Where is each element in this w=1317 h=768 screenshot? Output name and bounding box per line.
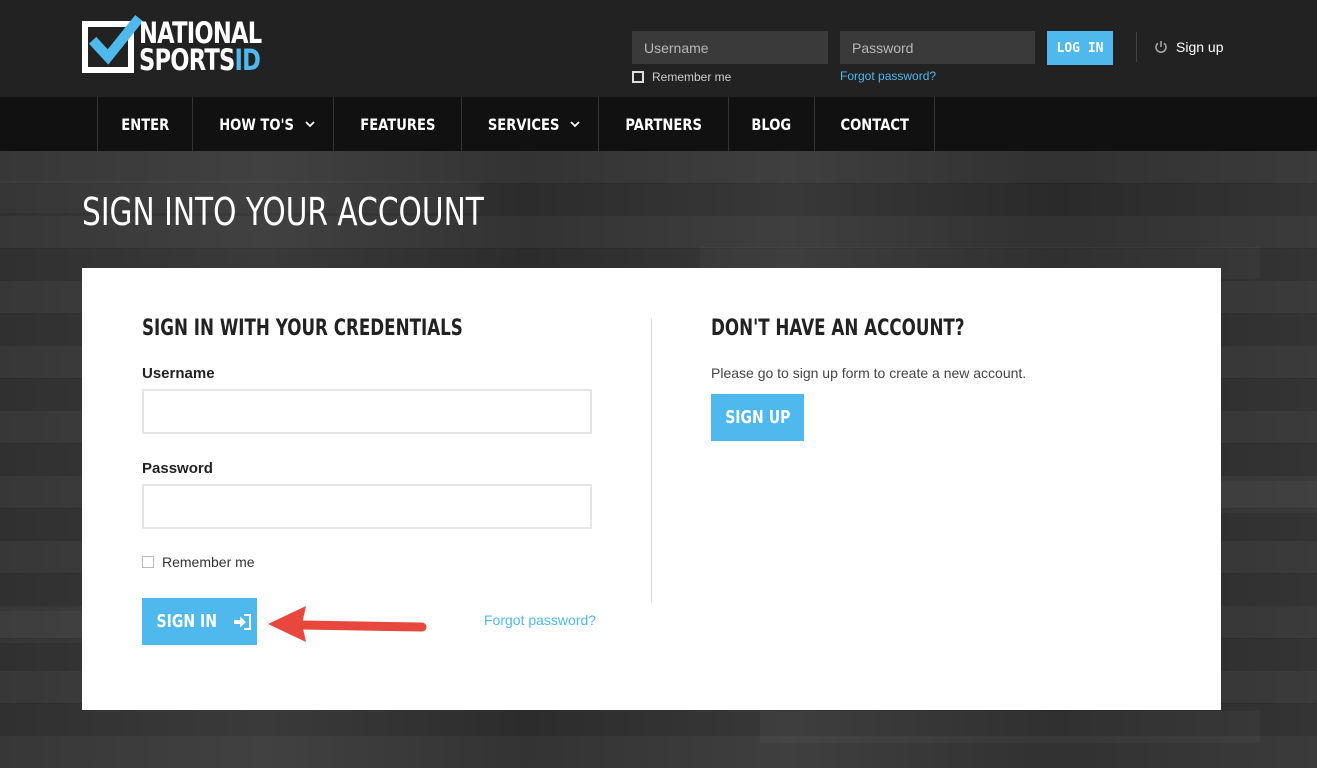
nav-item-partners[interactable]: PARTNERS <box>597 97 728 151</box>
nav-item-enter[interactable]: ENTER <box>97 97 192 151</box>
remember-me-checkbox[interactable] <box>142 556 154 568</box>
remember-me-label: Remember me <box>162 554 255 570</box>
log-in-button[interactable]: LOG IN <box>1047 31 1113 65</box>
username-label: Username <box>142 365 215 382</box>
header-username-input[interactable] <box>632 31 828 64</box>
password-label: Password <box>142 460 213 477</box>
chevron-down-icon <box>305 120 315 127</box>
site-header: NATIONAL SPORTSID Remember me Forgot pas… <box>0 0 1317 97</box>
header-forgot-password-link[interactable]: Forgot password? <box>840 69 936 83</box>
header-remember-me[interactable]: Remember me <box>632 69 731 85</box>
forgot-password-link[interactable]: Forgot password? <box>484 612 596 628</box>
remember-me[interactable]: Remember me <box>142 554 255 570</box>
sign-in-heading: SIGN IN WITH YOUR CREDENTIALS <box>142 316 463 341</box>
header-sign-up-label: Sign up <box>1176 39 1224 55</box>
header-sign-up-link[interactable]: Sign up <box>1154 39 1223 55</box>
nav-item-features[interactable]: FEATURES <box>332 97 462 151</box>
nav-item-blog[interactable]: BLOG <box>727 97 814 151</box>
sign-up-heading: DON'T HAVE AN ACCOUNT? <box>711 316 965 341</box>
sign-up-description: Please go to sign up form to create a ne… <box>711 365 1027 381</box>
power-icon <box>1155 41 1167 53</box>
header-remember-checkbox[interactable] <box>632 71 644 83</box>
chevron-down-icon <box>570 120 580 127</box>
sign-in-button-label: SIGN IN <box>156 611 217 632</box>
sign-up-button[interactable]: SIGN UP <box>711 394 804 441</box>
page-title: SIGN INTO YOUR ACCOUNT <box>82 190 484 234</box>
nav-item-contact[interactable]: CONTACT <box>813 97 935 151</box>
checkmark-icon <box>88 14 144 65</box>
username-input[interactable] <box>142 389 592 434</box>
column-divider <box>651 318 652 603</box>
nav-item-how-tos[interactable]: HOW TO'S <box>192 97 332 151</box>
logo-text-sportsid: SPORTSID <box>139 43 261 77</box>
sign-in-card: SIGN IN WITH YOUR CREDENTIALS Username P… <box>82 268 1221 710</box>
header-remember-label: Remember me <box>652 70 732 84</box>
main-nav: ENTER HOW TO'S FEATURES SERVICES PARTNER… <box>0 97 1317 151</box>
password-input[interactable] <box>142 484 592 529</box>
sign-in-icon <box>234 613 252 630</box>
national-sports-id-logo[interactable]: NATIONAL SPORTSID <box>82 14 267 77</box>
header-password-input[interactable] <box>840 31 1035 64</box>
header-divider <box>1136 32 1137 62</box>
red-arrow-annotation <box>268 606 427 642</box>
nav-item-services[interactable]: SERVICES <box>461 97 597 151</box>
sign-in-button[interactable]: SIGN IN <box>142 598 257 645</box>
